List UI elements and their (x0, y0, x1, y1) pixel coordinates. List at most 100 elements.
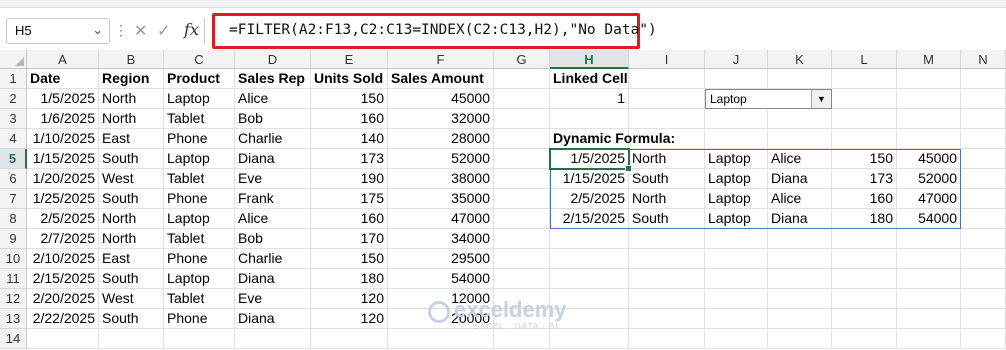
table-data-cell[interactable]: 29500 (388, 249, 494, 269)
cell[interactable] (494, 69, 550, 89)
row-header[interactable]: 11 (0, 269, 27, 289)
table-data-cell[interactable]: Tablet (164, 229, 235, 249)
row-header[interactable]: 5 (0, 149, 27, 169)
cell[interactable] (832, 289, 897, 309)
table-data-cell[interactable]: Tablet (164, 289, 235, 309)
linked-cell-label[interactable]: Linked Cell (550, 69, 629, 89)
table-data-cell[interactable]: North (99, 89, 164, 109)
cancel-icon[interactable]: ✕ (134, 21, 147, 41)
column-header[interactable]: M (897, 50, 961, 69)
cell[interactable] (961, 189, 1006, 209)
table-data-cell[interactable]: 45000 (388, 89, 494, 109)
cell[interactable] (768, 229, 832, 249)
table-data-cell[interactable]: 180 (311, 269, 388, 289)
table-data-cell[interactable]: Diana (235, 149, 311, 169)
column-header[interactable]: C (164, 50, 235, 69)
table-data-cell[interactable]: 34000 (388, 229, 494, 249)
spill-result-cell[interactable]: Laptop (705, 209, 768, 229)
table-data-cell[interactable]: 2/22/2025 (27, 309, 99, 329)
cell[interactable] (629, 89, 705, 109)
cell[interactable] (629, 109, 705, 129)
table-header-cell[interactable]: Sales Amount (388, 69, 494, 89)
table-data-cell[interactable]: 173 (311, 149, 388, 169)
table-data-cell[interactable]: Alice (235, 89, 311, 109)
table-data-cell[interactable]: Charlie (235, 249, 311, 269)
table-data-cell[interactable]: Diana (235, 269, 311, 289)
table-data-cell[interactable]: 160 (311, 109, 388, 129)
cell[interactable] (832, 269, 897, 289)
table-data-cell[interactable]: Tablet (164, 169, 235, 189)
row-header[interactable]: 14 (0, 329, 27, 349)
cell[interactable] (961, 289, 1006, 309)
spill-result-cell[interactable]: Alice (768, 149, 832, 169)
cell[interactable] (705, 329, 768, 349)
row-header[interactable]: 13 (0, 309, 27, 329)
cell[interactable] (897, 309, 961, 329)
enter-icon[interactable]: ✓ (157, 21, 170, 41)
dropdown-arrow-icon[interactable]: ▼ (811, 90, 831, 108)
select-all-button[interactable] (0, 50, 27, 69)
spill-result-cell[interactable]: 2/5/2025 (550, 189, 629, 209)
cell[interactable] (629, 269, 705, 289)
table-data-cell[interactable]: 2/5/2025 (27, 209, 99, 229)
cell[interactable] (768, 309, 832, 329)
table-data-cell[interactable]: 2/7/2025 (27, 229, 99, 249)
table-data-cell[interactable]: 120 (311, 289, 388, 309)
spill-result-cell[interactable]: North (629, 149, 705, 169)
cell[interactable] (961, 169, 1006, 189)
table-data-cell[interactable]: North (99, 209, 164, 229)
cell[interactable] (235, 329, 311, 349)
cell[interactable] (961, 329, 1006, 349)
table-header-cell[interactable]: Product (164, 69, 235, 89)
table-data-cell[interactable]: Phone (164, 129, 235, 149)
cell[interactable] (961, 229, 1006, 249)
table-data-cell[interactable]: West (99, 289, 164, 309)
table-data-cell[interactable]: Charlie (235, 129, 311, 149)
cell[interactable] (27, 329, 99, 349)
row-header[interactable]: 6 (0, 169, 27, 189)
cell[interactable] (961, 129, 1006, 149)
cell[interactable] (494, 169, 550, 189)
row-header[interactable]: 2 (0, 89, 27, 109)
column-header[interactable]: E (311, 50, 388, 69)
table-data-cell[interactable]: 190 (311, 169, 388, 189)
column-header[interactable]: J (705, 50, 768, 69)
cell[interactable] (99, 329, 164, 349)
table-data-cell[interactable]: 38000 (388, 169, 494, 189)
table-data-cell[interactable]: North (99, 109, 164, 129)
dynamic-formula-label[interactable]: Dynamic Formula: (550, 129, 710, 149)
cell[interactable] (897, 329, 961, 349)
table-data-cell[interactable]: 120 (311, 309, 388, 329)
cell[interactable] (705, 269, 768, 289)
cell[interactable] (494, 89, 550, 109)
table-data-cell[interactable]: 54000 (388, 269, 494, 289)
spill-result-cell[interactable]: 150 (832, 149, 897, 169)
row-header[interactable]: 3 (0, 109, 27, 129)
cell[interactable] (705, 229, 768, 249)
table-data-cell[interactable]: 1/5/2025 (27, 89, 99, 109)
column-header[interactable]: L (832, 50, 897, 69)
table-data-cell[interactable]: Bob (235, 109, 311, 129)
linked-cell-value[interactable]: 1 (550, 89, 629, 109)
cell[interactable] (705, 109, 768, 129)
table-data-cell[interactable]: South (99, 269, 164, 289)
table-data-cell[interactable]: 160 (311, 209, 388, 229)
spill-result-cell[interactable]: Alice (768, 189, 832, 209)
row-header[interactable]: 12 (0, 289, 27, 309)
cell[interactable] (768, 269, 832, 289)
cell[interactable] (961, 109, 1006, 129)
cell[interactable] (897, 289, 961, 309)
cell[interactable] (494, 149, 550, 169)
cell[interactable] (897, 89, 961, 109)
table-data-cell[interactable]: 2/10/2025 (27, 249, 99, 269)
cell[interactable] (768, 249, 832, 269)
cell[interactable] (629, 69, 705, 89)
cell[interactable] (494, 189, 550, 209)
table-data-cell[interactable]: Laptop (164, 149, 235, 169)
table-data-cell[interactable]: Laptop (164, 89, 235, 109)
spill-result-cell[interactable]: Laptop (705, 149, 768, 169)
cell[interactable] (832, 109, 897, 129)
spill-result-cell[interactable]: 1/15/2025 (550, 169, 629, 189)
table-data-cell[interactable]: 2/15/2025 (27, 269, 99, 289)
column-header[interactable]: D (235, 50, 311, 69)
